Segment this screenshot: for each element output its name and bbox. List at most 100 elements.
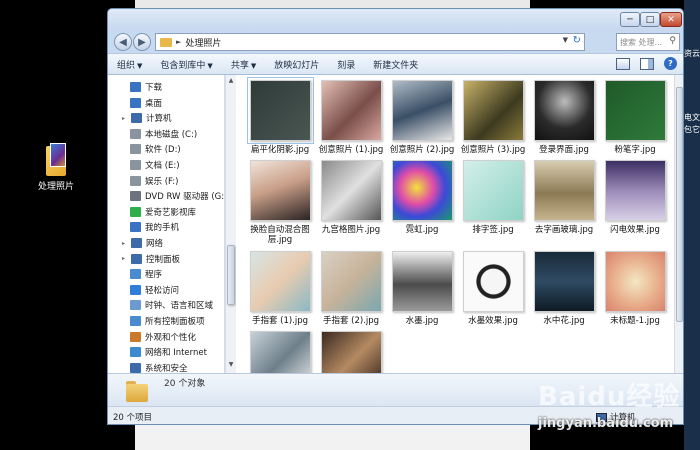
file-item[interactable]: 水中花.jpg <box>531 251 597 326</box>
address-bar[interactable]: ► 处理照片 ▼ ↻ <box>155 33 585 51</box>
burn-button[interactable]: 刻录 <box>328 58 364 71</box>
nav-item[interactable]: 本地磁盘 (C:) <box>130 127 197 141</box>
include-in-library-button[interactable]: 包含到库中 ▼ <box>151 58 221 71</box>
image-thumbnail[interactable] <box>246 77 314 144</box>
organize-button[interactable]: 组织 ▼ <box>108 58 151 71</box>
file-name: 水墨效果.jpg <box>468 316 518 326</box>
nav-item[interactable]: ▸ 计算机 <box>122 111 172 125</box>
title-bar[interactable]: ─ □ ✕ <box>108 9 683 31</box>
watermark-logo: Baidu经验 <box>538 382 681 412</box>
nav-item[interactable]: DVD RW 驱动器 (G: <box>130 189 224 203</box>
image-thumbnail[interactable] <box>462 251 524 312</box>
image-thumbnail[interactable] <box>462 160 524 221</box>
file-item[interactable]: 粉笔字.jpg <box>602 80 668 155</box>
nav-item[interactable]: ▸ 网络 <box>122 236 163 250</box>
image-thumbnail[interactable] <box>391 160 453 221</box>
file-item[interactable] <box>247 331 313 373</box>
preview-pane-icon[interactable] <box>640 57 654 70</box>
image-thumbnail[interactable] <box>249 331 311 373</box>
image-thumbnail[interactable] <box>604 160 666 221</box>
file-list-scrollbar-thumb[interactable] <box>676 87 683 322</box>
address-dropdown-icon[interactable]: ▼ <box>563 36 568 44</box>
navigation-scrollbar-thumb[interactable] <box>227 245 235 305</box>
file-item[interactable]: 扁平化阴影.jpg <box>246 77 314 155</box>
image-thumbnail[interactable] <box>391 251 453 312</box>
image-thumbnail[interactable] <box>320 251 382 312</box>
forward-button[interactable]: ▶ <box>133 33 151 51</box>
file-list: 扁平化阴影.jpg 创意照片 (1).jpg 创意照片 (2).jpg 创意照片 (3… <box>236 75 674 373</box>
share-button[interactable]: 共享 ▼ <box>222 58 265 71</box>
close-button[interactable]: ✕ <box>660 12 682 27</box>
file-name: 去字画玻璃.jpg <box>534 225 594 235</box>
image-thumbnail[interactable] <box>320 160 382 221</box>
file-item[interactable]: 创意照片 (2).jpg <box>389 80 455 155</box>
nav-item[interactable]: 软件 (D:) <box>130 142 181 156</box>
nav-item[interactable]: 我的手机 <box>130 220 179 234</box>
slideshow-button[interactable]: 放映幻灯片 <box>265 58 328 71</box>
file-item[interactable]: 去字画玻璃.jpg <box>531 160 597 235</box>
expand-arrow-icon[interactable]: ▸ <box>122 115 129 122</box>
nav-item-label: 程序 <box>145 270 163 281</box>
maximize-button[interactable]: □ <box>640 12 660 27</box>
file-item[interactable]: 霓虹.jpg <box>389 160 455 235</box>
nav-item[interactable]: 网络和 Internet <box>130 345 207 359</box>
nav-item[interactable]: 外观和个性化 <box>130 330 196 344</box>
scroll-up-icon[interactable]: ▲ <box>227 77 235 87</box>
file-item[interactable]: 手指套 (2).jpg <box>318 251 384 326</box>
file-item[interactable]: 创意照片 (1).jpg <box>318 80 384 155</box>
nav-item[interactable]: 爱奇艺影视库 <box>130 205 196 219</box>
file-item[interactable]: 闪电效果.jpg <box>602 160 668 235</box>
breadcrumb-arrow-icon[interactable]: ► <box>176 38 181 46</box>
scroll-down-icon[interactable]: ▼ <box>227 361 235 371</box>
file-list-scrollbar[interactable] <box>674 75 683 373</box>
image-thumbnail[interactable] <box>391 80 453 141</box>
image-thumbnail[interactable] <box>320 331 382 373</box>
file-name: 水中花.jpg <box>543 316 585 326</box>
image-thumbnail[interactable] <box>249 251 311 312</box>
image-thumbnail[interactable] <box>320 80 382 141</box>
nav-item[interactable]: 文档 (E:) <box>130 158 180 172</box>
back-button[interactable]: ◀ <box>114 33 132 51</box>
file-item[interactable]: 水墨.jpg <box>389 251 455 326</box>
drive-icon <box>130 175 141 186</box>
image-thumbnail[interactable] <box>462 80 524 141</box>
file-item[interactable]: 登录界面.jpg <box>531 80 597 155</box>
image-thumbnail[interactable] <box>533 160 595 221</box>
nav-item[interactable]: 系统和安全 <box>130 361 188 373</box>
file-item[interactable]: 创意照片 (3).jpg <box>460 80 526 155</box>
nav-item[interactable]: 时钟、语言和区域 <box>130 298 213 312</box>
expand-arrow-icon[interactable]: ▸ <box>122 255 129 262</box>
minimize-button[interactable]: ─ <box>620 12 640 27</box>
image-thumbnail[interactable] <box>533 80 595 141</box>
search-input[interactable]: 搜索 处理... ⚲ <box>616 33 680 51</box>
file-item[interactable]: 未标题-1.jpg <box>602 251 668 326</box>
refresh-icon[interactable]: ↻ <box>573 35 581 46</box>
change-view-icon[interactable] <box>616 57 630 70</box>
file-item[interactable] <box>318 331 384 373</box>
file-item[interactable]: 水墨效果.jpg <box>460 251 526 326</box>
help-icon[interactable]: ? <box>664 57 677 70</box>
nav-item[interactable]: 轻松访问 <box>130 283 179 297</box>
image-thumbnail[interactable] <box>604 251 666 312</box>
nav-item-label: 桌面 <box>145 98 163 109</box>
breadcrumb-current-folder[interactable]: 处理照片 <box>185 36 221 49</box>
expand-arrow-icon[interactable]: ▸ <box>122 240 129 247</box>
search-icon[interactable]: ⚲ <box>669 36 676 46</box>
file-name: 创意照片 (1).jpg <box>318 145 384 155</box>
nav-item[interactable]: 程序 <box>130 267 162 281</box>
file-item[interactable]: 手指套 (1).jpg <box>247 251 313 326</box>
file-item[interactable]: 换脸自动混合图层.jpg <box>247 160 313 245</box>
nav-item[interactable]: 娱乐 (F:) <box>130 174 178 188</box>
image-thumbnail[interactable] <box>249 160 311 221</box>
nav-item[interactable]: 桌面 <box>130 96 162 110</box>
navigation-scrollbar[interactable]: ▲ ▼ <box>225 75 236 373</box>
nav-item[interactable]: 下载 <box>130 80 162 94</box>
new-folder-button[interactable]: 新建文件夹 <box>364 58 427 71</box>
image-thumbnail[interactable] <box>604 80 666 141</box>
nav-item[interactable]: ▸ 控制面板 <box>122 252 180 266</box>
desktop-folder-shortcut[interactable]: 处理照片 <box>34 143 78 192</box>
nav-item[interactable]: 所有控制面板项 <box>130 314 205 328</box>
image-thumbnail[interactable] <box>533 251 595 312</box>
file-item[interactable]: 九宫格图片.jpg <box>318 160 384 235</box>
file-item[interactable]: 排字签.jpg <box>460 160 526 235</box>
